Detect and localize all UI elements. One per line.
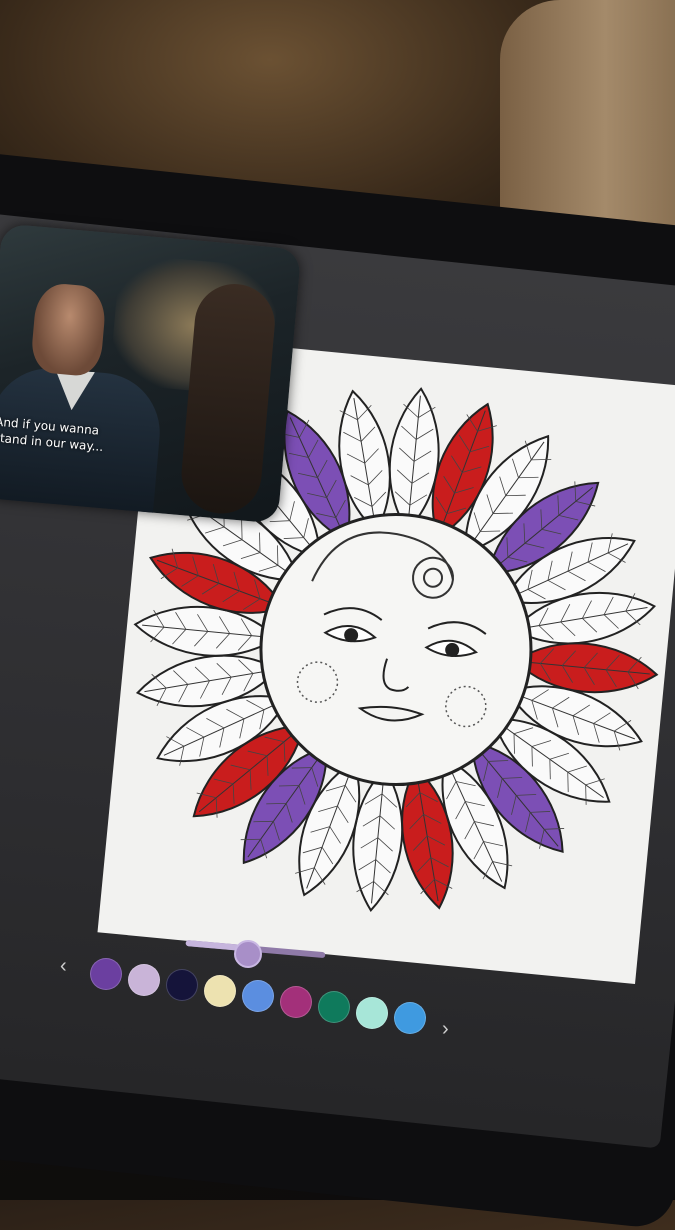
video-person-face bbox=[29, 281, 108, 378]
color-swatch-sky-blue[interactable] bbox=[242, 980, 274, 1012]
color-swatch-cream[interactable] bbox=[204, 974, 236, 1007]
color-swatch-purple[interactable] bbox=[90, 958, 122, 990]
color-swatch-navy[interactable] bbox=[166, 969, 198, 1001]
palette-next-arrow[interactable]: › bbox=[442, 1018, 449, 1041]
color-swatch-lavender[interactable] bbox=[128, 963, 160, 996]
brush-size-slider-thumb[interactable] bbox=[234, 940, 262, 968]
color-swatch-blue[interactable] bbox=[394, 1002, 426, 1034]
palette-prev-arrow[interactable]: ‹ bbox=[60, 955, 67, 978]
color-swatch-teal[interactable] bbox=[318, 991, 350, 1023]
video-pip-window[interactable]: And if you wanna stand in our way... bbox=[0, 223, 302, 524]
color-swatch-magenta[interactable] bbox=[280, 985, 312, 1018]
color-swatch-mint[interactable] bbox=[356, 996, 388, 1029]
